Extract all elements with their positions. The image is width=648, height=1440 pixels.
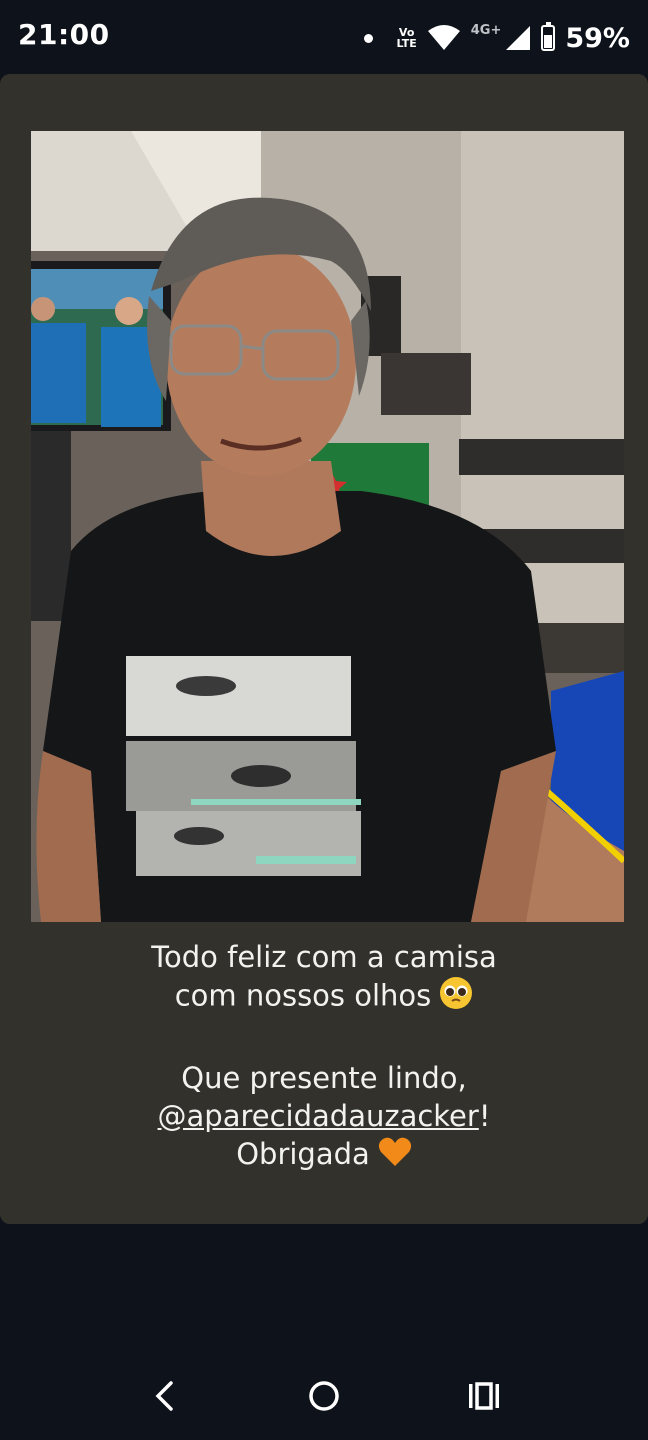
network-type: 4G+ xyxy=(470,22,502,38)
home-icon xyxy=(309,1381,339,1411)
battery-icon xyxy=(541,22,556,51)
battery-percentage: 59% xyxy=(565,22,630,54)
caption-line: com nossos olhos xyxy=(0,976,648,1019)
caption-line: Todo feliz com a camisa xyxy=(151,940,497,974)
notification-dot-icon xyxy=(363,33,373,43)
status-time: 21:00 xyxy=(18,18,110,51)
mention-link[interactable]: @aparecidadauzacker xyxy=(158,1099,479,1133)
story-caption: Todo feliz com a camisa com nossos olhos… xyxy=(0,938,648,1177)
volte-icon: Vo LTE xyxy=(397,27,417,49)
battery-fill xyxy=(544,35,553,48)
recents-button[interactable] xyxy=(456,1368,512,1424)
mention-suffix: ! xyxy=(478,1099,491,1133)
status-bar: 21:00 Vo LTE 4G+ 59% xyxy=(0,0,648,74)
story-card[interactable]: Todo feliz com a camisa com nossos olhos… xyxy=(0,74,648,1224)
status-icons: Vo LTE 4G+ 59% xyxy=(363,20,630,56)
back-button[interactable] xyxy=(136,1368,192,1424)
caption-text: Obrigada xyxy=(236,1137,370,1171)
caption-text: com nossos olhos xyxy=(174,978,432,1013)
recents-icon xyxy=(469,1382,499,1410)
orange-heart-icon xyxy=(378,1136,412,1177)
caption-line: @aparecidadauzacker! xyxy=(0,1097,648,1135)
caption-line: Obrigada xyxy=(0,1135,648,1177)
pleading-face-icon xyxy=(439,976,473,1019)
signal-icon xyxy=(506,26,531,50)
back-icon xyxy=(155,1381,173,1411)
story-photo[interactable] xyxy=(31,131,624,922)
wifi-icon xyxy=(427,25,460,50)
caption-line: Que presente lindo, xyxy=(181,1061,467,1095)
photo-illustration xyxy=(31,131,624,922)
home-button[interactable] xyxy=(296,1368,352,1424)
volte-label-bottom: LTE xyxy=(396,37,417,50)
navigation-bar xyxy=(0,1350,648,1440)
